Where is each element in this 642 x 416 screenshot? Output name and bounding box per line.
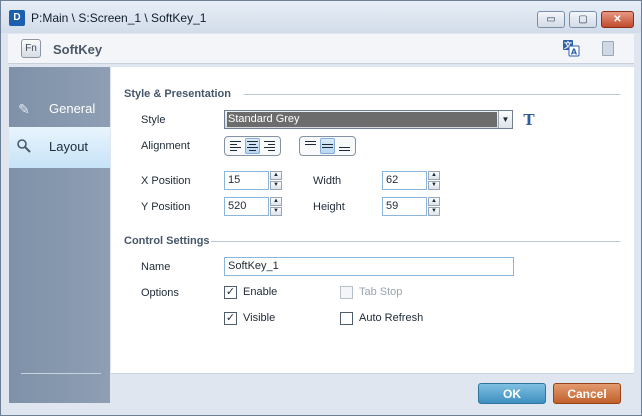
app-logo-icon: D bbox=[9, 10, 25, 26]
dialog-footer: OK Cancel bbox=[111, 373, 634, 404]
window-title: P:Main \ S:Screen_1 \ SoftKey_1 bbox=[31, 11, 207, 25]
chevron-down-icon[interactable]: ▼ bbox=[270, 181, 282, 190]
width-input[interactable]: 62 bbox=[382, 171, 427, 190]
magnifier-icon bbox=[15, 138, 33, 156]
name-label: Name bbox=[141, 261, 171, 273]
chevron-up-icon[interactable]: ▲ bbox=[428, 171, 440, 180]
section-control-settings: Control Settings bbox=[124, 235, 210, 247]
sidebar-item-label: Layout bbox=[49, 139, 89, 154]
chevron-up-icon[interactable]: ▲ bbox=[270, 197, 282, 206]
y-position-label: Y Position bbox=[141, 201, 191, 213]
sidebar-item-general[interactable]: ✎ General bbox=[9, 89, 110, 129]
clipboard-icon[interactable] bbox=[599, 39, 617, 57]
alignment-label: Alignment bbox=[141, 140, 190, 152]
align-left-button[interactable] bbox=[228, 138, 244, 154]
vertical-alignment-group bbox=[299, 136, 356, 156]
section-style-presentation: Style & Presentation bbox=[124, 88, 231, 100]
align-middle-button[interactable] bbox=[319, 138, 336, 154]
title-bar: D P:Main \ S:Screen_1 \ SoftKey_1 ▭ ▢ ✕ bbox=[1, 1, 641, 33]
dialog-window: D P:Main \ S:Screen_1 \ SoftKey_1 ▭ ▢ ✕ … bbox=[0, 0, 642, 416]
chevron-down-icon[interactable]: ▼ bbox=[498, 111, 512, 128]
tab-stop-label: Tab Stop bbox=[359, 286, 403, 298]
maximize-button[interactable]: ▢ bbox=[569, 11, 597, 28]
sidebar: ✎ General Layout bbox=[9, 67, 110, 403]
translate-icon[interactable]: 文 A bbox=[562, 39, 580, 57]
text-format-icon[interactable]: T bbox=[519, 110, 539, 130]
minimize-button[interactable]: ▭ bbox=[537, 11, 565, 28]
name-input[interactable]: SoftKey_1 bbox=[224, 257, 514, 276]
style-dropdown[interactable]: Standard Grey ▼ bbox=[224, 110, 513, 129]
section-divider bbox=[211, 241, 620, 242]
y-position-input[interactable]: 520 bbox=[224, 197, 269, 216]
visible-checkbox[interactable]: ✓ bbox=[224, 312, 237, 325]
tab-stop-checkbox[interactable] bbox=[340, 286, 353, 299]
width-stepper[interactable]: 62 ▲ ▼ bbox=[382, 171, 440, 190]
options-label: Options bbox=[141, 287, 179, 299]
enable-label: Enable bbox=[243, 286, 278, 298]
softkey-fn-icon: Fn bbox=[21, 39, 41, 58]
chevron-down-icon[interactable]: ▼ bbox=[270, 207, 282, 216]
align-bottom-button[interactable] bbox=[336, 138, 352, 154]
cancel-button[interactable]: Cancel bbox=[553, 383, 621, 404]
height-input[interactable]: 59 bbox=[382, 197, 427, 216]
dialog-heading: SoftKey bbox=[53, 42, 103, 57]
layout-panel: Style & Presentation Style Standard Grey… bbox=[111, 67, 634, 373]
height-label: Height bbox=[313, 201, 345, 213]
chevron-up-icon[interactable]: ▲ bbox=[270, 171, 282, 180]
align-center-button[interactable] bbox=[244, 138, 261, 154]
width-label: Width bbox=[313, 175, 342, 187]
section-divider bbox=[244, 94, 620, 95]
x-position-input[interactable]: 15 bbox=[224, 171, 269, 190]
align-top-button[interactable] bbox=[303, 138, 319, 154]
sidebar-item-label: General bbox=[49, 101, 96, 116]
svg-text:A: A bbox=[571, 48, 578, 57]
y-position-stepper[interactable]: 520 ▲ ▼ bbox=[224, 197, 282, 216]
pen-icon: ✎ bbox=[18, 101, 30, 117]
x-position-label: X Position bbox=[141, 175, 191, 187]
close-button[interactable]: ✕ bbox=[601, 11, 634, 28]
dialog-header: Fn SoftKey 文 A bbox=[8, 34, 634, 64]
horizontal-alignment-group bbox=[224, 136, 281, 156]
align-right-button[interactable] bbox=[261, 138, 277, 154]
sidebar-divider bbox=[21, 373, 101, 374]
auto-refresh-label: Auto Refresh bbox=[359, 312, 424, 324]
chevron-up-icon[interactable]: ▲ bbox=[428, 197, 440, 206]
enable-checkbox[interactable]: ✓ bbox=[224, 286, 237, 299]
chevron-down-icon[interactable]: ▼ bbox=[428, 181, 440, 190]
sidebar-item-layout[interactable]: Layout bbox=[9, 127, 110, 168]
visible-label: Visible bbox=[243, 312, 276, 324]
height-stepper[interactable]: 59 ▲ ▼ bbox=[382, 197, 440, 216]
ok-button[interactable]: OK bbox=[478, 383, 546, 404]
x-position-stepper[interactable]: 15 ▲ ▼ bbox=[224, 171, 282, 190]
chevron-down-icon[interactable]: ▼ bbox=[428, 207, 440, 216]
style-selected-value: Standard Grey bbox=[227, 112, 497, 127]
style-label: Style bbox=[141, 114, 166, 126]
auto-refresh-checkbox[interactable] bbox=[340, 312, 353, 325]
